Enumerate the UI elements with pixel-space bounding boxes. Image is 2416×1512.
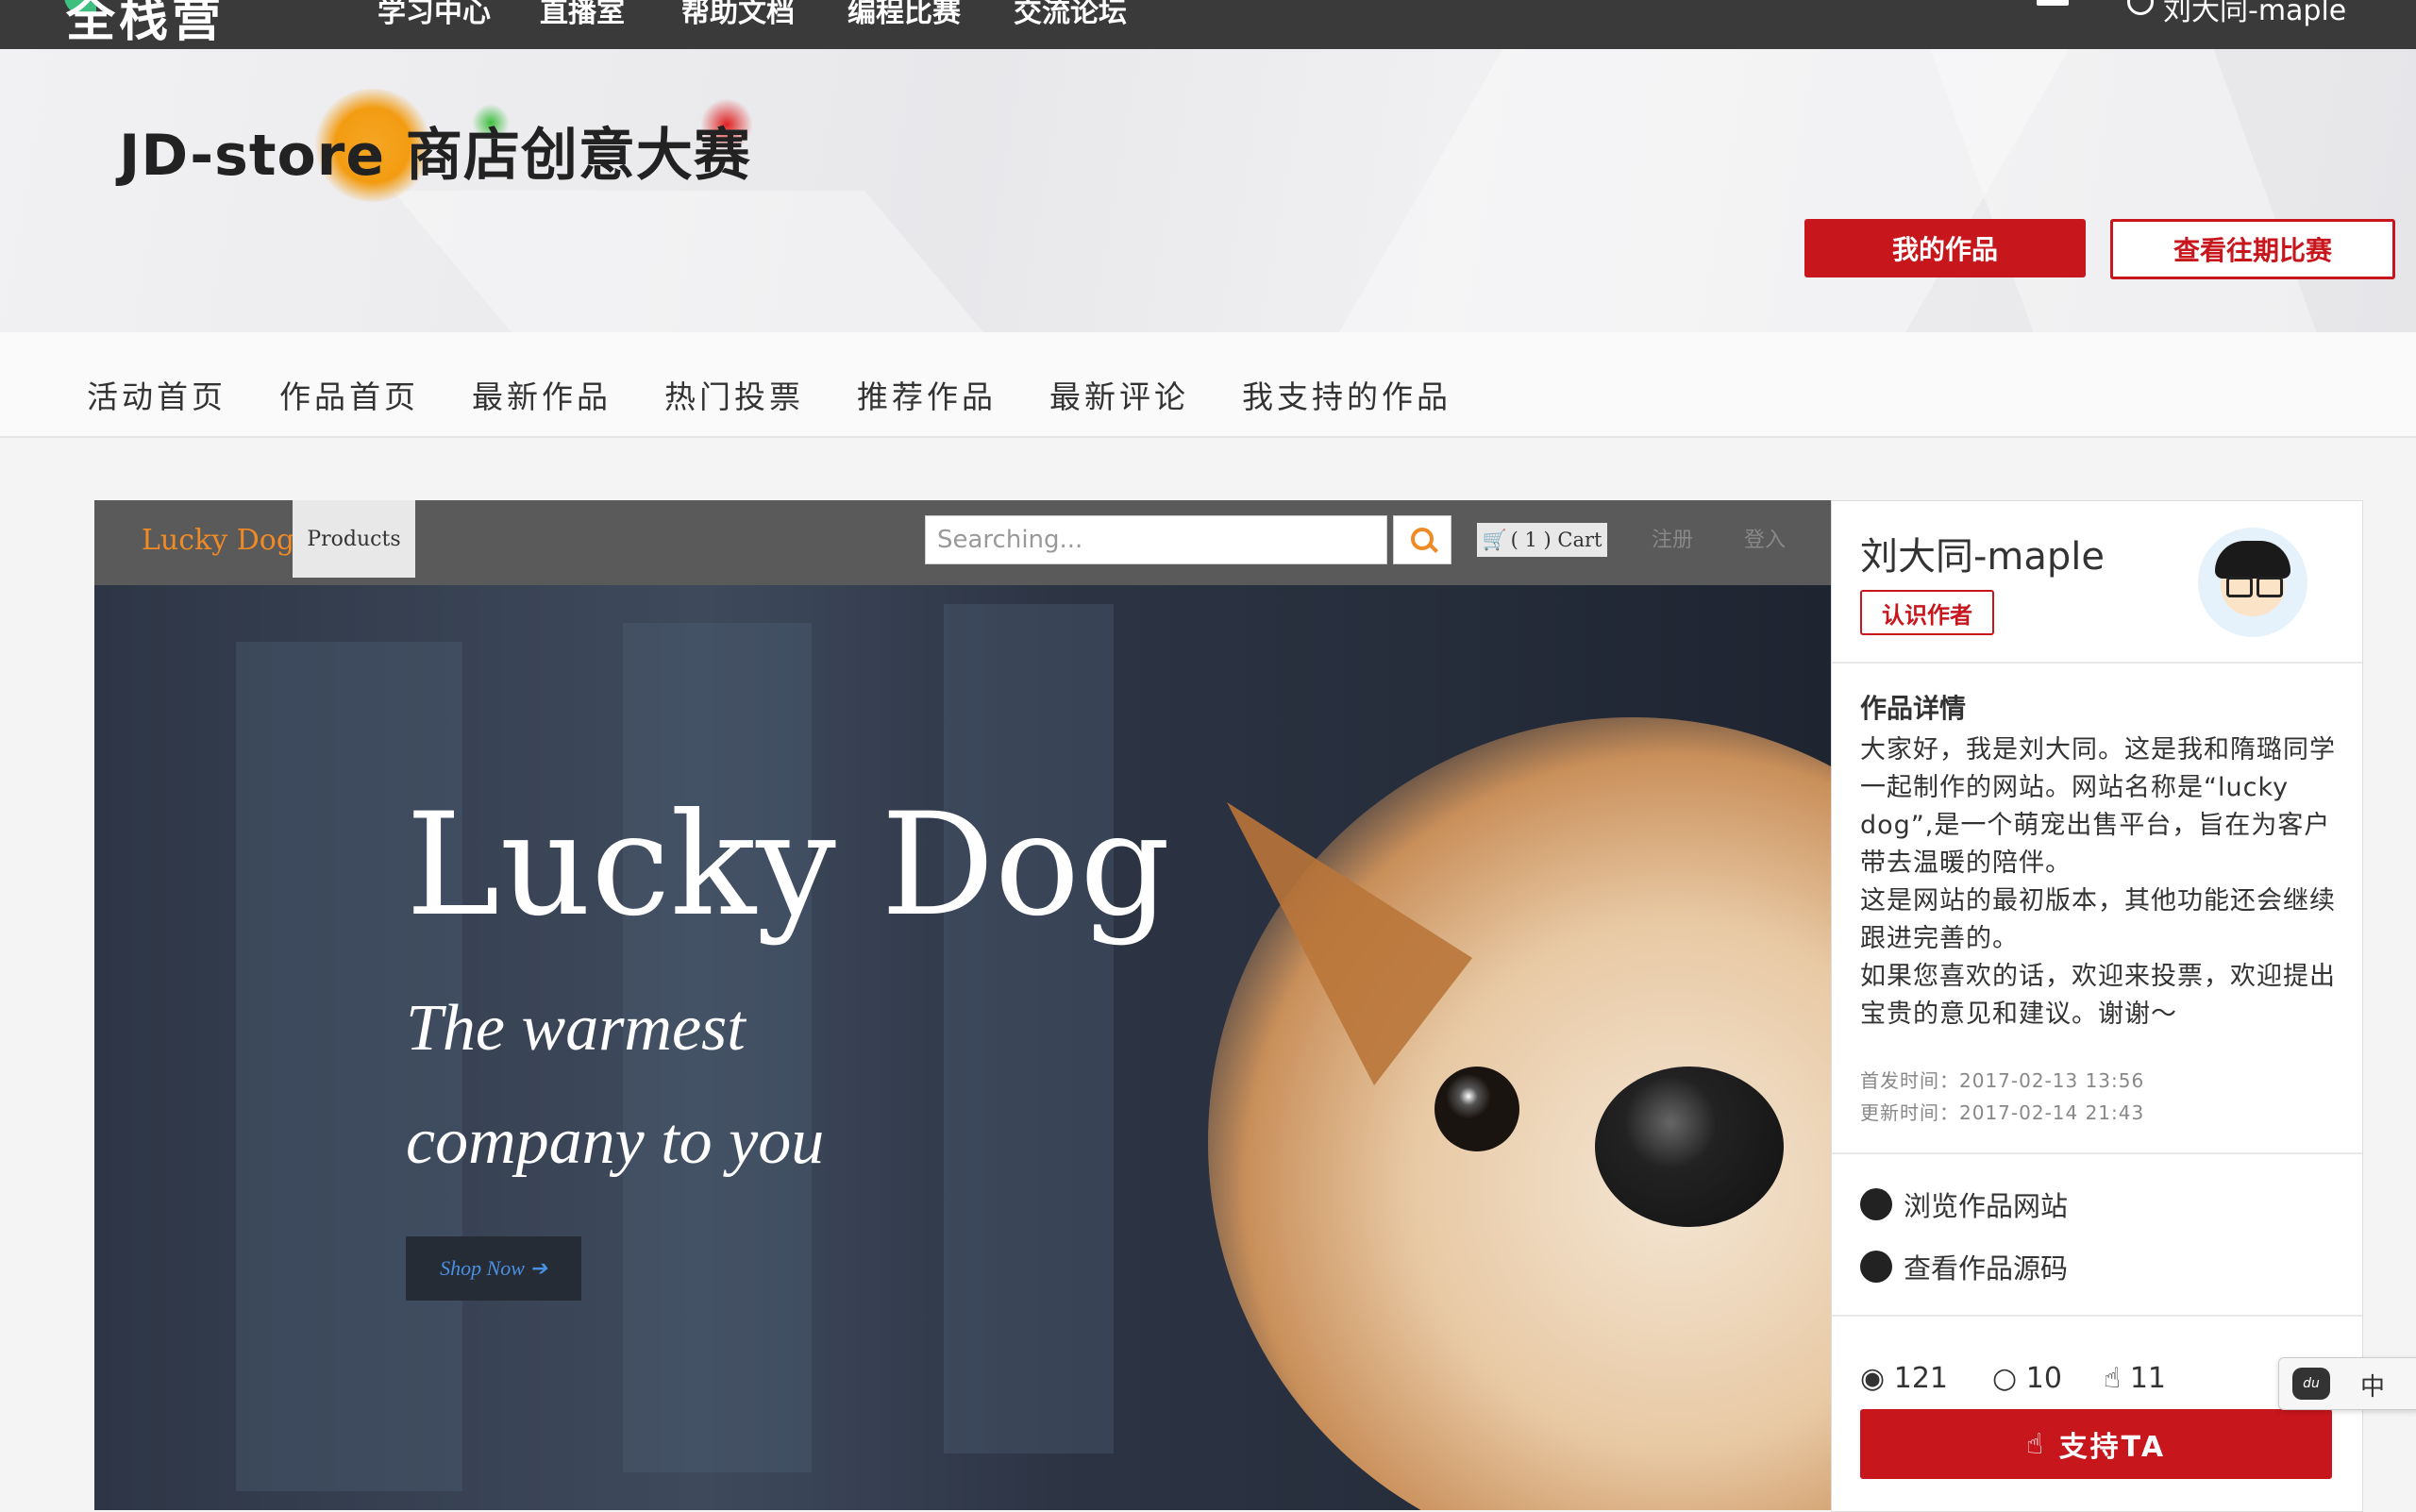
contest-subnav: 活动首页 作品首页 最新作品 热门投票 推荐作品 最新评论 我支持的作品 bbox=[0, 332, 2416, 438]
hero-subtitle-line2: company to you bbox=[406, 1105, 825, 1178]
thumbs-up-icon: ☝ bbox=[2104, 1362, 2122, 1395]
contest-banner: JD-store 商店创意大赛 bbox=[0, 49, 2416, 332]
nav-live-room[interactable]: 直播室 bbox=[540, 0, 625, 30]
work-screenshot[interactable]: Lucky Dog Products Searching... 🛒( 1 ) C… bbox=[94, 500, 1833, 1510]
divider bbox=[1832, 662, 2362, 664]
my-works-button[interactable]: 我的作品 bbox=[1804, 219, 2086, 277]
cart-label: ( 1 ) Cart bbox=[1510, 529, 1602, 551]
work-login: 登入 bbox=[1744, 529, 1787, 552]
subnav-latest-works[interactable]: 最新作品 bbox=[472, 372, 612, 417]
ime-mode-label[interactable]: 中 bbox=[2360, 1368, 2385, 1403]
work-cart: 🛒( 1 ) Cart bbox=[1477, 523, 1607, 557]
contest-title: JD-store 商店创意大赛 bbox=[119, 123, 751, 189]
hero-title: Lucky Dog bbox=[406, 783, 1171, 948]
views-count: 121 bbox=[1893, 1362, 1948, 1395]
publish-time: 首发时间：2017-02-13 13:56 bbox=[1860, 1069, 2145, 1092]
divider bbox=[1832, 1315, 2362, 1317]
nav-contest[interactable]: 编程比赛 bbox=[847, 0, 961, 30]
top-navigation-bar: 全栈营 学习中心 直播室 帮助文档 编程比赛 交流论坛 刘大同-maple bbox=[0, 0, 2416, 49]
cart-icon: 🛒 bbox=[1482, 528, 1507, 551]
description-paragraph: 如果您喜欢的话，欢迎来投票，欢迎提出宝贵的意见和建议。谢谢～ bbox=[1860, 962, 2336, 1029]
past-contests-button[interactable]: 查看往期比赛 bbox=[2110, 219, 2395, 279]
browse-site-label: 浏览作品网站 bbox=[1904, 1190, 2069, 1222]
thumbs-up-icon: ☝ bbox=[2025, 1427, 2047, 1461]
comment-icon: ○ bbox=[1992, 1362, 2018, 1395]
hero-bg-panel bbox=[944, 604, 1114, 1453]
globe-icon bbox=[1860, 1188, 1892, 1220]
user-icon[interactable] bbox=[2127, 0, 2154, 15]
hero-subtitle-line1: The warmest bbox=[406, 992, 746, 1065]
arrow-circle-icon: ➔ bbox=[529, 1256, 547, 1280]
views-stat: ◉ 121 bbox=[1860, 1362, 1948, 1395]
subnav-hot-votes[interactable]: 热门投票 bbox=[664, 372, 804, 417]
github-icon bbox=[1860, 1251, 1892, 1283]
browse-site-link[interactable]: 浏览作品网站 bbox=[1860, 1184, 2068, 1224]
update-time: 更新时间：2017-02-14 21:43 bbox=[1860, 1101, 2145, 1124]
description-paragraph: 这是网站的最初版本，其他功能还会继续跟进完善的。 bbox=[1860, 886, 2336, 953]
subnav-works-home[interactable]: 作品首页 bbox=[279, 372, 419, 417]
work-description: 大家好，我是刘大同。这是我和隋璐同学一起制作的网站。网站名称是“lucky do… bbox=[1860, 731, 2341, 1033]
baidu-paw-icon: du bbox=[2292, 1368, 2330, 1400]
author-name[interactable]: 刘大同-maple bbox=[1860, 526, 2105, 580]
message-icon[interactable] bbox=[2037, 0, 2069, 6]
description-paragraph: 大家好，我是刘大同。这是我和隋璐同学一起制作的网站。网站名称是“lucky do… bbox=[1860, 735, 2336, 878]
hero-bg-panel bbox=[236, 642, 462, 1491]
banner-facet bbox=[1930, 49, 2317, 332]
dog-nose bbox=[1595, 1067, 1784, 1227]
work-register: 注册 bbox=[1652, 529, 1694, 552]
dog-eye bbox=[1434, 1067, 1519, 1151]
user-name[interactable]: 刘大同-maple bbox=[2163, 0, 2346, 28]
divider bbox=[1832, 1152, 2362, 1154]
shop-now-label: Shop Now bbox=[440, 1256, 525, 1280]
subnav-recommended[interactable]: 推荐作品 bbox=[857, 372, 997, 417]
subnav-latest-comments[interactable]: 最新评论 bbox=[1049, 372, 1189, 417]
subnav-my-supported[interactable]: 我支持的作品 bbox=[1242, 372, 1451, 417]
view-source-link[interactable]: 查看作品源码 bbox=[1860, 1247, 2068, 1286]
detail-title: 作品详情 bbox=[1860, 693, 1967, 724]
banner-facet bbox=[393, 191, 1023, 332]
support-button[interactable]: ☝ 支持TA bbox=[1860, 1409, 2332, 1479]
shop-now-button: Shop Now ➔ bbox=[406, 1236, 581, 1301]
work-brand: Lucky Dog bbox=[142, 524, 295, 557]
input-method-widget[interactable]: du 中 bbox=[2278, 1357, 2416, 1410]
view-source-label: 查看作品源码 bbox=[1904, 1252, 2069, 1285]
comments-stat: ○ 10 bbox=[1992, 1362, 2062, 1395]
site-logo[interactable]: 全栈营 bbox=[66, 0, 225, 50]
subnav-activity-home[interactable]: 活动首页 bbox=[87, 372, 226, 417]
work-search-input: Searching... bbox=[925, 515, 1387, 564]
work-products-tab: Products bbox=[293, 500, 415, 578]
eye-icon: ◉ bbox=[1860, 1362, 1886, 1395]
likes-count: 11 bbox=[2129, 1362, 2167, 1395]
likes-stat: ☝ 11 bbox=[2104, 1362, 2166, 1395]
avatar-glasses-right bbox=[2257, 577, 2283, 597]
comments-count: 10 bbox=[2025, 1362, 2062, 1395]
search-icon bbox=[1393, 515, 1451, 564]
nav-learning-center[interactable]: 学习中心 bbox=[378, 0, 491, 30]
support-label: 支持TA bbox=[2058, 1431, 2167, 1464]
author-avatar[interactable] bbox=[2198, 528, 2307, 637]
avatar-glasses-left bbox=[2226, 577, 2253, 597]
nav-forum[interactable]: 交流论坛 bbox=[1014, 0, 1127, 30]
avatar-hair bbox=[2215, 541, 2290, 579]
nav-help-docs[interactable]: 帮助文档 bbox=[681, 0, 795, 30]
know-author-button[interactable]: 认识作者 bbox=[1860, 590, 1994, 635]
